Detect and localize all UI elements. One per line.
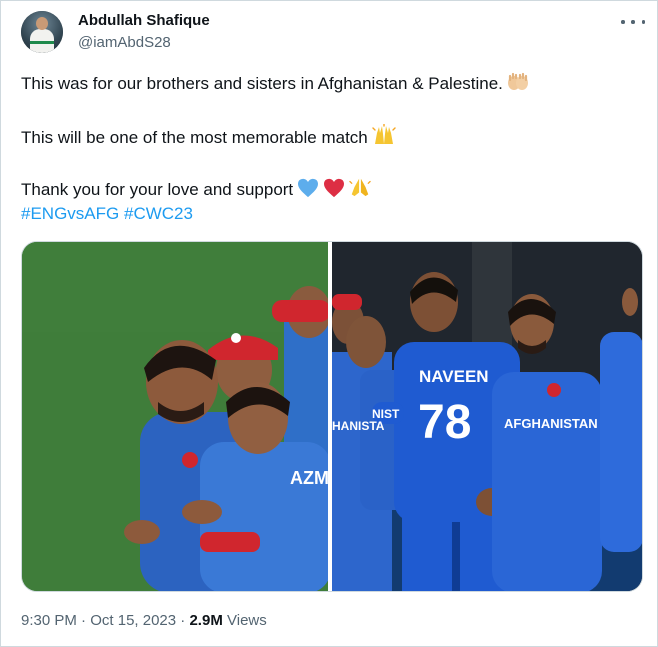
tweet-time[interactable]: 9:30 PM [21,612,77,629]
views-count: 2.9M [189,612,223,629]
tweet-meta: 9:30 PM · Oct 15, 2023 · 2.9M Views [21,612,267,629]
jersey-text: AZMA [290,468,328,488]
avatar[interactable] [21,11,63,53]
tweet-text-line: Thank you for your love and support [21,176,641,204]
more-dot-icon [641,20,645,24]
more-options-button[interactable] [621,13,645,31]
jersey-name: NAVEEN [419,367,489,386]
jersey-text: AFGHANISTAN [504,416,598,431]
tweet-photo[interactable]: AZMA [22,242,329,591]
more-dot-icon [621,20,625,24]
blue-heart-icon [297,178,319,204]
tweet-text: This was for our brothers and sisters in… [21,74,503,93]
hashtag-link[interactable]: #CWC23 [124,204,193,223]
palms-up-together-icon [507,72,529,98]
meta-separator: · [81,612,87,629]
author-handle[interactable]: @iamAbdS28 [78,34,171,51]
avatar-figure-stripe [30,41,54,44]
avatar-figure-head [36,17,48,30]
sleeve-text: NIST [372,407,400,421]
media-divider [328,242,331,591]
photo-celebration-right: NAVEEN 78 HANISTA NIST AFGHANISTAN [332,242,642,591]
jersey-number: 78 [418,396,471,449]
red-heart-icon [323,178,345,204]
more-dot-icon [631,20,635,24]
tweet-media[interactable]: AZMA NAVEE [21,241,643,592]
views-label: Views [227,612,267,629]
tweet-text-line: This will be one of the most memorable m… [21,123,641,152]
tweet-text-line: This was for our brothers and sisters in… [21,72,641,98]
raising-hands-icon [372,123,396,152]
author-name[interactable]: Abdullah Shafique [78,12,210,29]
tweet-photo[interactable]: NAVEEN 78 HANISTA NIST AFGHANISTAN [332,242,642,591]
hashtags: #ENGvsAFG #CWC23 [21,203,641,225]
tweet-text: This will be one of the most memorable m… [21,128,368,147]
tweet-card[interactable]: Abdullah Shafique @iamAbdS28 This was fo… [0,0,658,647]
folded-hands-icon [349,176,371,204]
jersey-text: HANISTA [332,419,385,433]
tweet-text: Thank you for your love and support [21,180,294,199]
tweet-date[interactable]: Oct 15, 2023 [90,612,176,629]
photo-celebration-left: AZMA [22,242,329,591]
meta-separator: · [180,612,186,629]
hashtag-link[interactable]: #ENGvsAFG [21,204,119,223]
